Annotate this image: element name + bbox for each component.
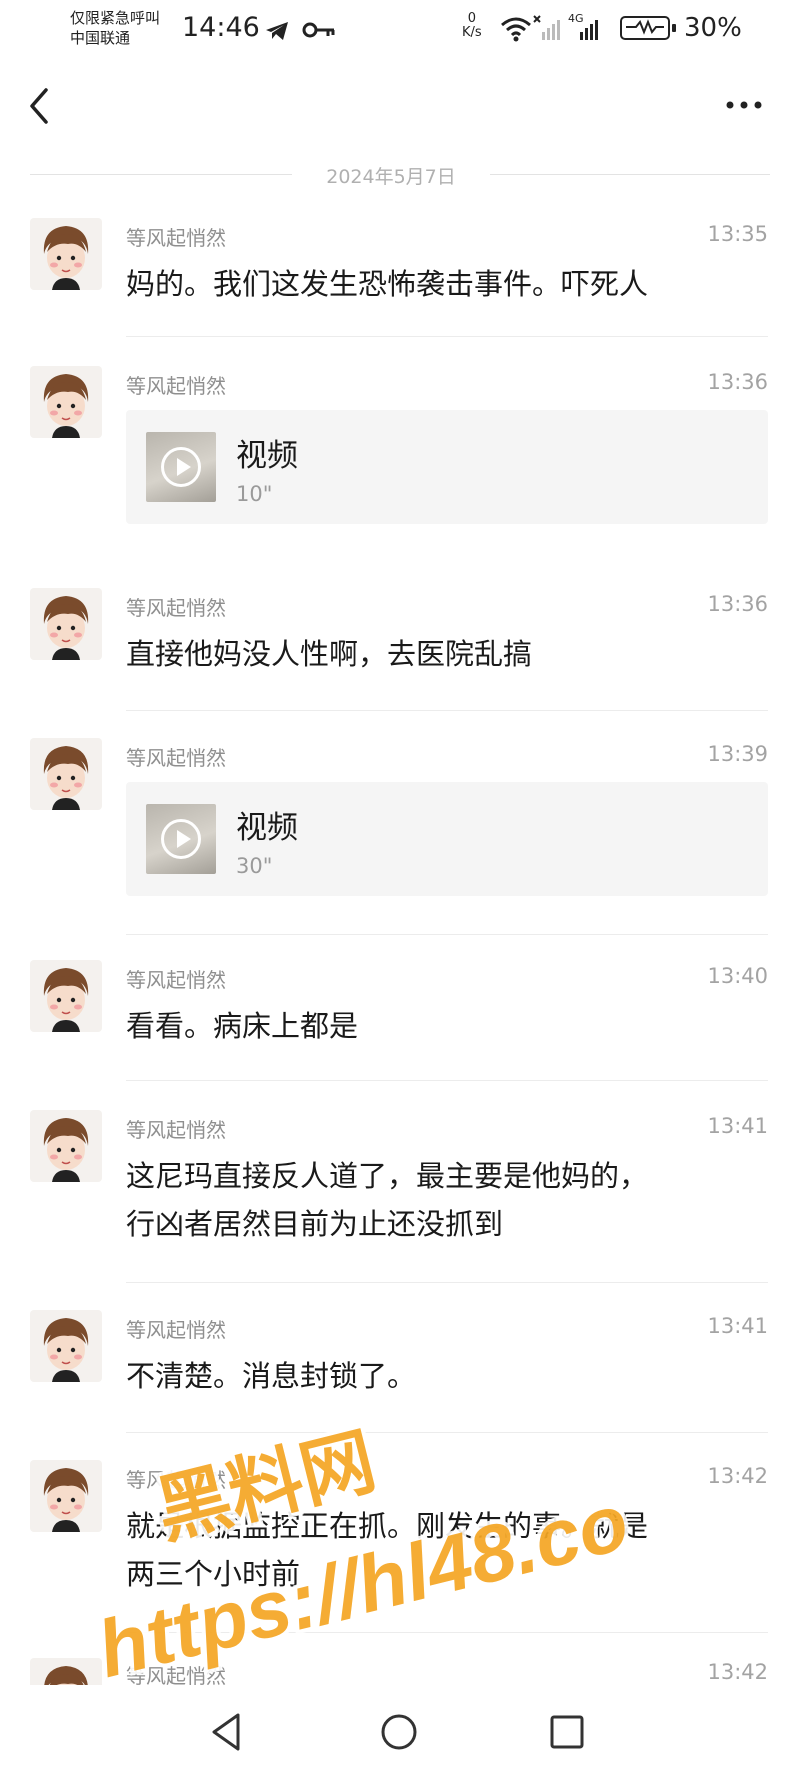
avatar[interactable] bbox=[30, 588, 102, 660]
nav-home-button[interactable] bbox=[376, 1709, 422, 1755]
message-time: 13:41 bbox=[707, 1114, 768, 1138]
message-text-line: 行凶者居然目前为止还没抓到 bbox=[126, 1207, 504, 1241]
net-speed-value: 0 bbox=[467, 11, 476, 26]
date-label: 2024年5月7日 bbox=[326, 166, 456, 188]
divider-line bbox=[490, 174, 770, 175]
video-attachment[interactable]: 视频 10" bbox=[126, 410, 768, 524]
video-duration: 30" bbox=[236, 854, 273, 878]
back-button[interactable] bbox=[22, 86, 58, 126]
message-separator bbox=[126, 934, 768, 935]
avatar[interactable] bbox=[30, 738, 102, 810]
message-separator bbox=[126, 1080, 768, 1081]
sender-name: 等风起悄然 bbox=[126, 226, 226, 250]
sender-name: 等风起悄然 bbox=[126, 746, 226, 770]
avatar[interactable] bbox=[30, 366, 102, 438]
message-text: 这尼玛直接反人道了，最主要是他妈的， 行凶者居然目前为止还没抓到 bbox=[126, 1152, 766, 1248]
avatar[interactable] bbox=[30, 1658, 102, 1686]
avatar[interactable] bbox=[30, 218, 102, 290]
sender-name: 等风起悄然 bbox=[126, 968, 226, 992]
network-speed: 0 K/s bbox=[462, 12, 482, 40]
message-time: 13:39 bbox=[707, 742, 768, 766]
message-time: 13:42 bbox=[707, 1660, 768, 1684]
video-thumbnail[interactable] bbox=[146, 804, 216, 874]
sender-name: 等风起悄然 bbox=[126, 374, 226, 398]
carrier-name: 中国联通 bbox=[70, 29, 131, 47]
avatar[interactable] bbox=[30, 1110, 102, 1182]
emergency-call-label: 仅限紧急呼叫 bbox=[70, 9, 161, 27]
message-time: 13:36 bbox=[707, 592, 768, 616]
message-text: 不清楚。消息封锁了。 bbox=[126, 1359, 417, 1393]
message-time: 13:35 bbox=[707, 222, 768, 246]
message-text: 直接他妈没人性啊，去医院乱搞 bbox=[126, 637, 533, 671]
video-title: 视频 bbox=[236, 810, 298, 846]
sender-name: 等风起悄然 bbox=[126, 1318, 226, 1342]
status-bar: 仅限紧急呼叫 中国联通 14:46 0 K/s 4G 30% bbox=[0, 0, 800, 60]
more-options-button[interactable] bbox=[722, 92, 766, 118]
message-time: 13:40 bbox=[707, 964, 768, 988]
play-icon bbox=[161, 819, 201, 859]
video-title: 视频 bbox=[236, 438, 298, 474]
wifi-icon bbox=[501, 17, 531, 42]
key-icon bbox=[302, 22, 335, 38]
video-duration: 10" bbox=[236, 482, 273, 506]
message-text: 看看。病床上都是 bbox=[126, 1009, 359, 1043]
message-text: 妈的。我们这发生恐怖袭击事件。吓死人 bbox=[126, 267, 649, 301]
message-separator bbox=[126, 710, 768, 711]
message-time: 13:36 bbox=[707, 370, 768, 394]
navigation-bar bbox=[0, 1685, 800, 1777]
message-item[interactable]: 等风起悄然 13:42 bbox=[0, 1658, 800, 1686]
message-text-line: 两三个小时前 bbox=[126, 1557, 301, 1591]
video-attachment[interactable]: 视频 30" bbox=[126, 782, 768, 896]
signal-sim1-icon bbox=[533, 15, 560, 40]
carrier-info: 仅限紧急呼叫 中国联通 bbox=[70, 8, 160, 48]
play-icon bbox=[161, 447, 201, 487]
sender-name: 等风起悄然 bbox=[126, 1468, 226, 1492]
battery-icon bbox=[620, 16, 676, 40]
status-time: 14:46 bbox=[182, 12, 260, 43]
telegram-icon bbox=[266, 22, 288, 40]
avatar[interactable] bbox=[30, 960, 102, 1032]
nav-recents-button[interactable] bbox=[544, 1709, 590, 1755]
sender-name: 等风起悄然 bbox=[126, 1664, 226, 1686]
message-separator bbox=[126, 336, 768, 337]
message-time: 13:41 bbox=[707, 1314, 768, 1338]
message-separator bbox=[126, 1432, 768, 1433]
battery-percent: 30% bbox=[684, 13, 742, 43]
message-text-line: 这尼玛直接反人道了，最主要是他妈的， bbox=[126, 1159, 649, 1193]
signal-sim2-icon bbox=[580, 20, 598, 40]
sender-name: 等风起悄然 bbox=[126, 1118, 226, 1142]
message-separator bbox=[126, 1282, 768, 1283]
sender-name: 等风起悄然 bbox=[126, 596, 226, 620]
avatar[interactable] bbox=[30, 1310, 102, 1382]
net-speed-unit: K/s bbox=[462, 25, 482, 40]
message-text-line: 就是根据监控正在抓。刚发生的事。就是 bbox=[126, 1509, 649, 1543]
divider-line bbox=[30, 174, 292, 175]
message-text: 就是根据监控正在抓。刚发生的事。就是 两三个小时前 bbox=[126, 1502, 766, 1598]
message-time: 13:42 bbox=[707, 1464, 768, 1488]
avatar[interactable] bbox=[30, 1460, 102, 1532]
nav-back-button[interactable] bbox=[204, 1709, 250, 1755]
message-separator bbox=[126, 1632, 768, 1633]
date-divider: 2024年5月7日 bbox=[30, 160, 770, 190]
video-thumbnail[interactable] bbox=[146, 432, 216, 502]
